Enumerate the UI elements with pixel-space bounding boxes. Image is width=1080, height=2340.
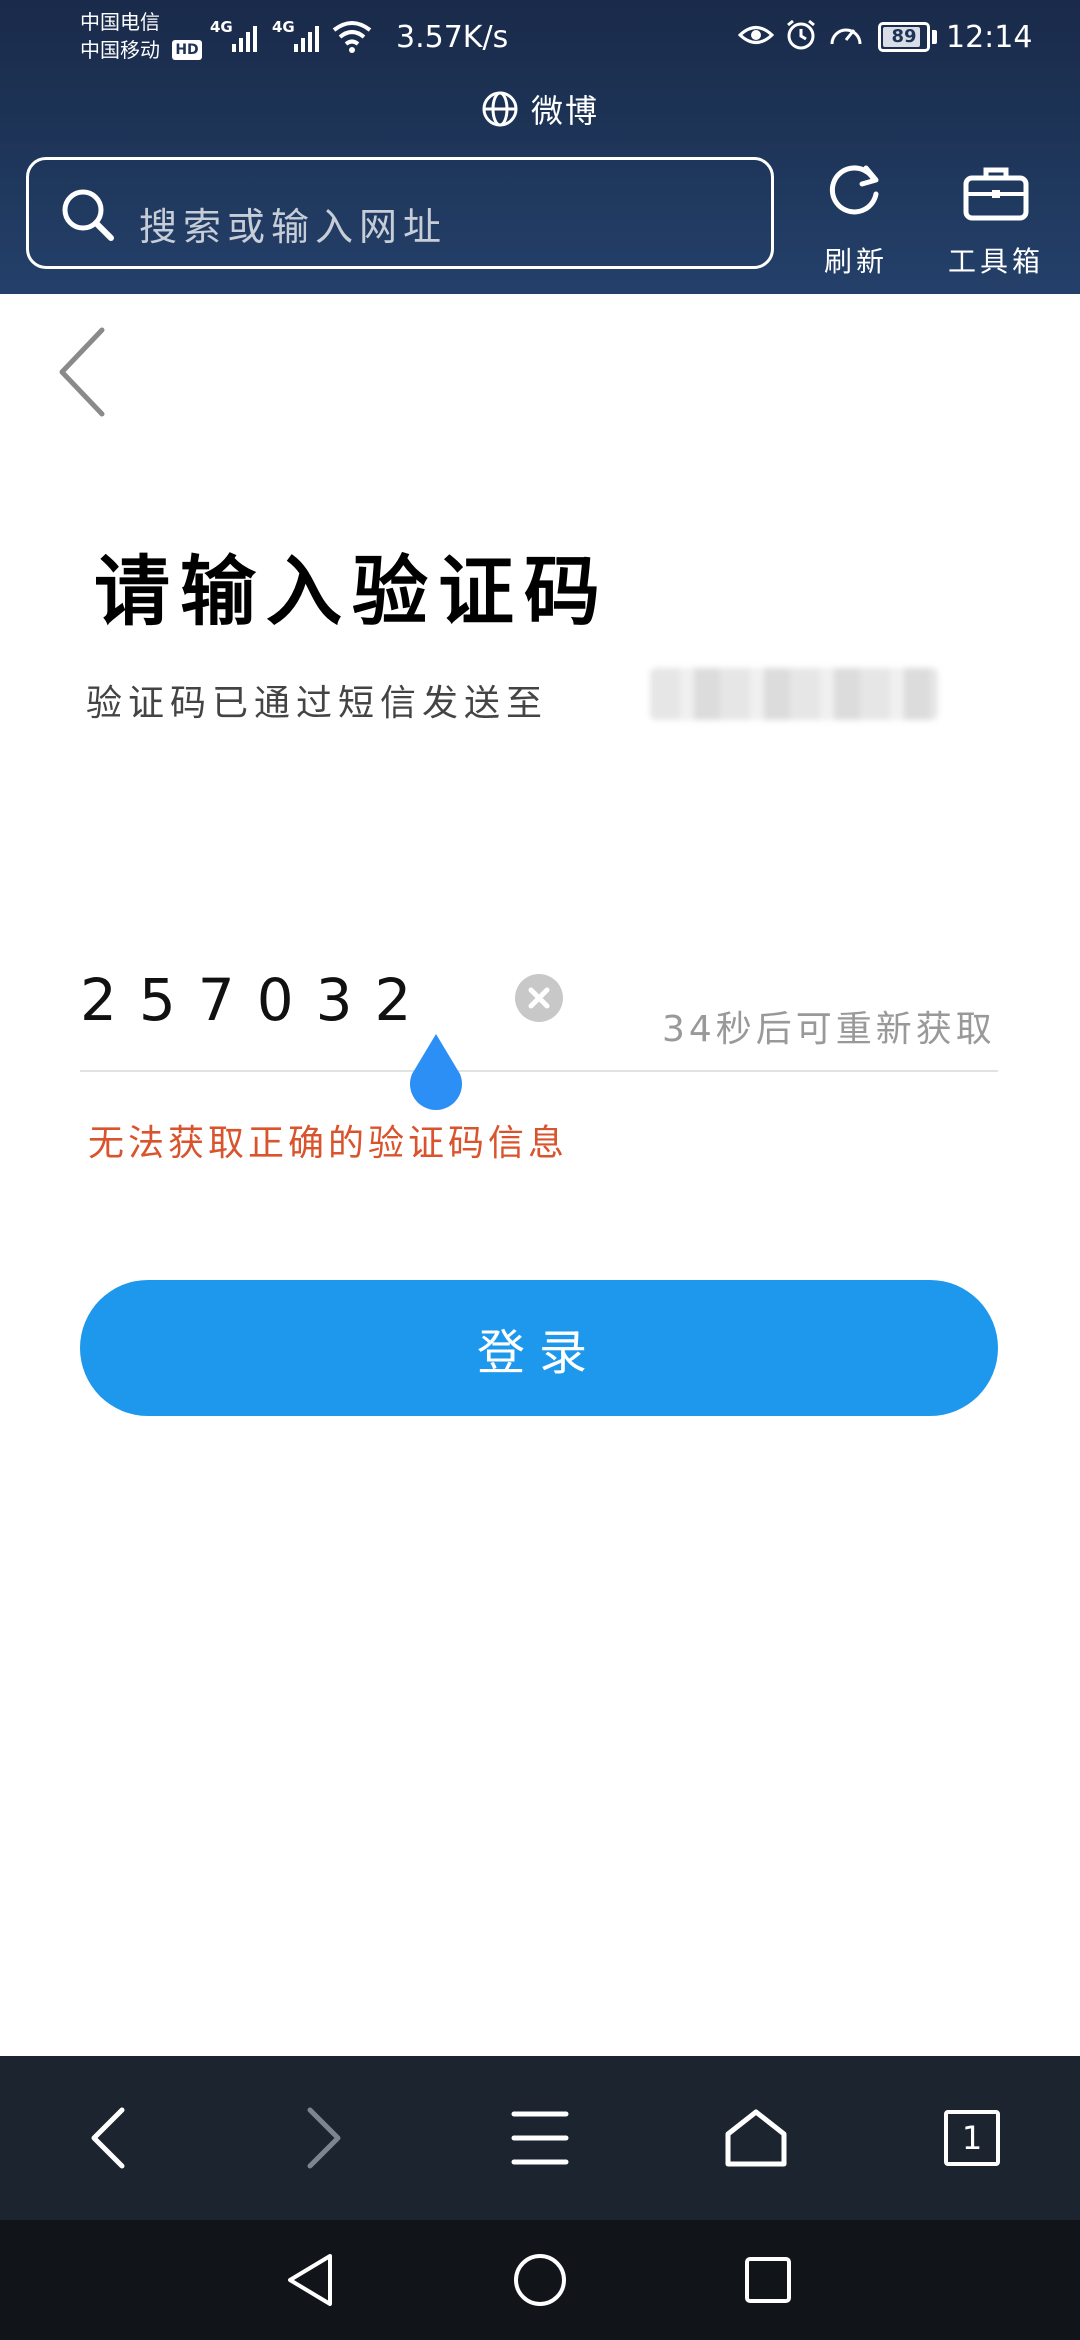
carrier-2: 中国移动 xyxy=(80,38,160,62)
resend-countdown[interactable]: 34秒后可重新获取 xyxy=(662,1000,996,1052)
browser-back-button[interactable] xyxy=(0,2056,216,2220)
verification-code-input[interactable] xyxy=(80,960,500,1040)
network-type-2: 4G xyxy=(272,18,295,36)
network-speed: 3.57K/s xyxy=(396,20,509,55)
signal-strength-1: 4G xyxy=(210,18,260,52)
input-underline xyxy=(80,1070,998,1072)
status-time: 12:14 xyxy=(946,20,1033,55)
status-bar: 中国电信 中国移动 HD 4G 4G 3.57K/s 89 12:14 xyxy=(0,0,1080,78)
site-title: 微博 xyxy=(530,92,599,130)
masked-phone-number xyxy=(650,668,938,720)
browser-menu-button[interactable] xyxy=(432,2056,648,2220)
wifi-icon xyxy=(332,21,372,53)
close-icon xyxy=(528,987,550,1009)
chevron-left-icon xyxy=(91,2107,125,2169)
alarm-icon xyxy=(787,19,815,50)
carrier-info: 中国电信 中国移动 xyxy=(80,8,180,64)
browser-home-button[interactable] xyxy=(648,2056,864,2220)
speedometer-icon xyxy=(830,28,862,45)
triangle-back-icon xyxy=(288,2254,332,2306)
refresh-icon xyxy=(829,165,879,215)
site-title-bar: 微博 xyxy=(0,84,1080,134)
network-type-1: 4G xyxy=(210,18,233,36)
clear-input-button[interactable] xyxy=(515,974,563,1022)
hd-badge: HD xyxy=(172,40,202,60)
battery-level: 89 xyxy=(891,26,917,47)
page-title: 请输入验证码 xyxy=(94,547,610,636)
circle-home-icon xyxy=(514,2254,566,2306)
refresh-button[interactable]: 刷新 xyxy=(796,160,916,280)
browser-top-bar: 中国电信 中国移动 HD 4G 4G 3.57K/s 89 12:14 微博 搜… xyxy=(0,0,1080,294)
menu-icon xyxy=(511,2111,569,2165)
search-placeholder: 搜索或输入网址 xyxy=(139,205,448,249)
back-arrow-icon[interactable] xyxy=(56,326,108,418)
system-home-button[interactable] xyxy=(480,2220,600,2340)
sms-sent-notice: 验证码已通过短信发送至 xyxy=(86,683,549,724)
browser-tabs-button[interactable]: 1 xyxy=(864,2056,1080,2220)
carrier-1: 中国电信 xyxy=(80,10,160,34)
signal-bars-icon xyxy=(232,26,257,52)
signal-bars-icon xyxy=(294,26,319,52)
toolbox-button[interactable]: 工具箱 xyxy=(936,160,1056,280)
system-back-button[interactable] xyxy=(250,2220,370,2340)
toolbox-icon xyxy=(963,167,1029,221)
chevron-right-icon xyxy=(307,2107,341,2169)
square-recents-icon xyxy=(745,2257,791,2303)
text-cursor-handle-icon[interactable] xyxy=(404,1032,468,1112)
eye-icon xyxy=(738,26,774,44)
browser-bottom-bar: 1 xyxy=(0,2056,1080,2220)
system-navigation-bar xyxy=(0,2220,1080,2340)
toolbox-label: 工具箱 xyxy=(947,245,1044,278)
battery-tip xyxy=(932,30,937,44)
home-icon xyxy=(725,2109,787,2167)
refresh-label: 刷新 xyxy=(823,245,888,278)
system-recents-button[interactable] xyxy=(708,2220,828,2340)
globe-icon xyxy=(482,91,518,127)
search-icon xyxy=(62,189,114,241)
browser-forward-button[interactable] xyxy=(216,2056,432,2220)
signal-strength-2: 4G xyxy=(272,18,322,52)
tab-count: 1 xyxy=(944,2110,1000,2166)
search-input[interactable]: 搜索或输入网址 xyxy=(26,157,774,269)
login-button[interactable]: 登录 xyxy=(80,1280,998,1416)
error-message: 无法获取正确的验证码信息 xyxy=(88,1123,569,1164)
battery-indicator: 89 xyxy=(878,22,930,52)
